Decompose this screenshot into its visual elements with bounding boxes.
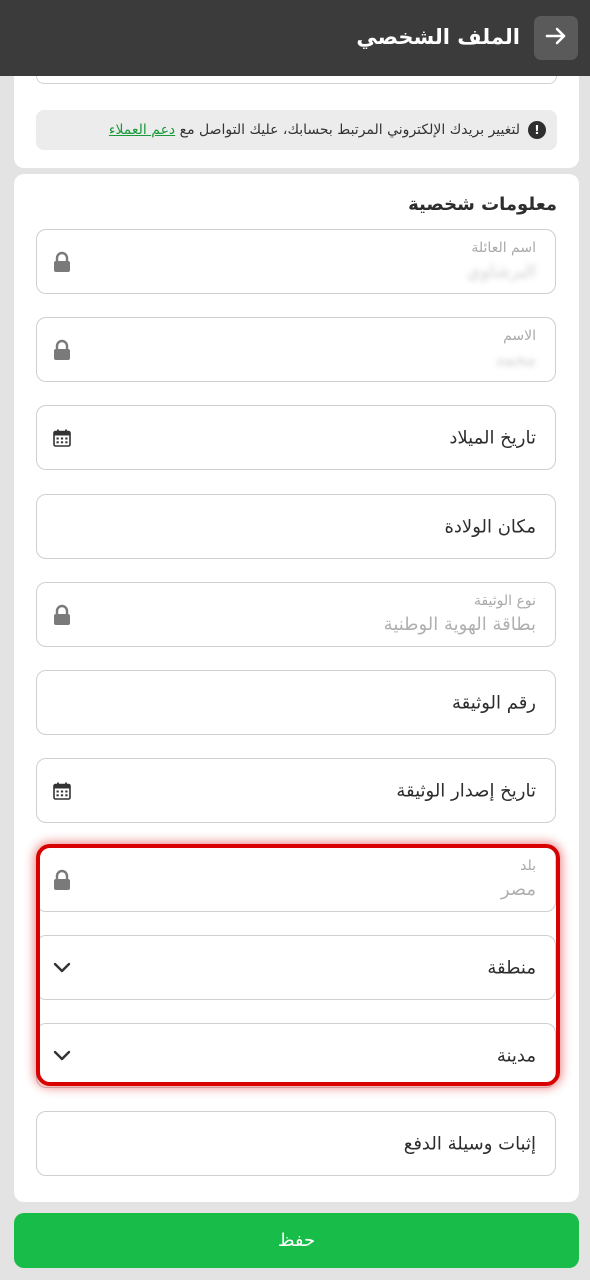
payment-proof-field[interactable]: إثبات وسيلة الدفع xyxy=(36,1111,556,1176)
exclamation-circle-icon: ! xyxy=(528,121,546,139)
country-label: بلد xyxy=(520,858,536,874)
calendar-icon[interactable] xyxy=(52,781,72,801)
city-select[interactable]: مدينة xyxy=(36,1023,556,1088)
page-title: الملف الشخصي xyxy=(356,25,520,49)
region-placeholder: منطقة xyxy=(487,957,536,978)
account-card: ! لتغيير بريدك الإلكتروني المرتبط بحسابك… xyxy=(14,60,579,168)
calendar-icon[interactable] xyxy=(52,428,72,448)
document-type-field: نوع الوثيقة بطاقة الهوية الوطنية xyxy=(36,582,556,647)
document-type-value: بطاقة الهوية الوطنية xyxy=(383,614,536,635)
section-title: معلومات شخصية xyxy=(408,194,557,215)
country-value: مصر xyxy=(500,879,536,900)
region-select[interactable]: منطقة xyxy=(36,935,556,1000)
family-name-value: البرشاوي xyxy=(466,261,536,282)
notice-text: لتغيير بريدك الإلكتروني المرتبط بحسابك، … xyxy=(108,122,520,138)
birth-place-field[interactable]: مكان الولادة xyxy=(36,494,556,559)
first-name-field: الاسم محمد xyxy=(36,317,556,382)
lock-icon xyxy=(52,251,72,273)
birth-date-placeholder: تاريخ الميلاد xyxy=(449,427,536,448)
customer-support-link[interactable]: دعم العملاء xyxy=(109,122,175,138)
payment-proof-placeholder: إثبات وسيلة الدفع xyxy=(403,1133,536,1154)
personal-info-card: معلومات شخصية اسم العائلة البرشاوي الاسم… xyxy=(14,174,579,1202)
document-issue-date-field[interactable]: تاريخ إصدار الوثيقة xyxy=(36,758,556,823)
arrow-right-icon xyxy=(545,27,567,49)
document-issue-date-placeholder: تاريخ إصدار الوثيقة xyxy=(396,780,536,801)
lock-icon xyxy=(52,869,72,891)
save-button[interactable]: حفظ xyxy=(14,1213,579,1268)
document-number-field[interactable]: رقم الوثيقة xyxy=(36,670,556,735)
lock-icon xyxy=(52,339,72,361)
chevron-down-icon[interactable] xyxy=(52,962,72,974)
first-name-label: الاسم xyxy=(503,328,536,344)
city-placeholder: مدينة xyxy=(496,1045,536,1066)
birth-date-field[interactable]: تاريخ الميلاد xyxy=(36,405,556,470)
birth-place-placeholder: مكان الولادة xyxy=(444,516,536,537)
document-number-placeholder: رقم الوثيقة xyxy=(452,692,536,713)
document-type-label: نوع الوثيقة xyxy=(473,593,536,609)
back-button[interactable] xyxy=(534,16,578,60)
email-change-notice: ! لتغيير بريدك الإلكتروني المرتبط بحسابك… xyxy=(36,110,557,150)
lock-icon xyxy=(52,604,72,626)
family-name-field: اسم العائلة البرشاوي xyxy=(36,229,556,294)
family-name-label: اسم العائلة xyxy=(471,240,536,256)
app-header: الملف الشخصي xyxy=(0,0,590,76)
chevron-down-icon[interactable] xyxy=(52,1050,72,1062)
country-field: بلد مصر xyxy=(36,847,556,912)
first-name-value: محمد xyxy=(494,349,536,370)
